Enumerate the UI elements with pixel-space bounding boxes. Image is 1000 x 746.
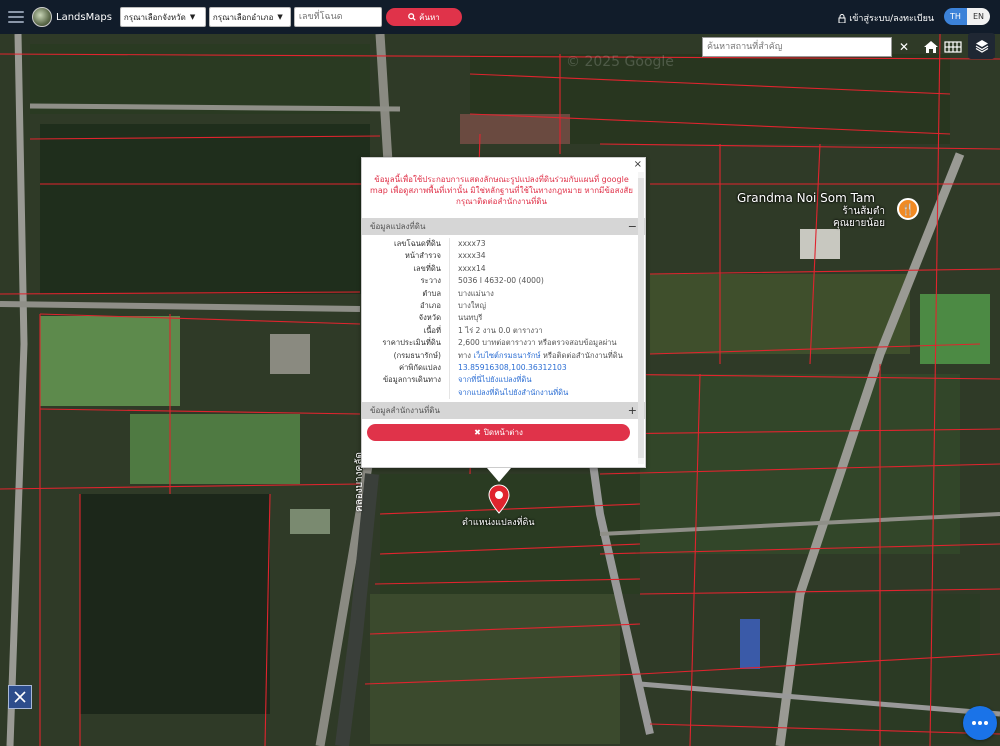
info-row: เลขโฉนดที่ดิน xxxx73 <box>362 238 645 251</box>
expand-icon[interactable]: + <box>628 404 637 417</box>
province-select[interactable]: กรุณาเลือกจังหวัด ▼ <box>119 7 206 27</box>
layers-icon[interactable] <box>968 33 995 59</box>
lang-th-button[interactable]: TH <box>944 8 967 25</box>
place-search-input[interactable] <box>702 37 892 57</box>
popup-pointer <box>487 468 511 482</box>
menu-icon[interactable] <box>8 11 24 23</box>
chevron-down-icon: ▼ <box>189 13 196 21</box>
section-land-office-header[interactable]: ข้อมูลสำนักงานที่ดิน + <box>362 402 645 420</box>
info-row: หน้าสำรวจ xxxx34 <box>362 250 645 263</box>
close-icon[interactable]: ✕ <box>896 37 912 57</box>
route-row-2: จากแปลงที่ดินไปยังสำนักงานที่ดิน <box>362 386 645 400</box>
treasury-website-link[interactable]: เว็บไซต์กรมธนารักษ์ <box>473 351 540 360</box>
info-row: ระวาง 5036 I 4632-00 (4000) <box>362 275 645 288</box>
parcel-info-table: เลขโฉนดที่ดิน xxxx73 หน้าสำรวจ xxxx34 เลขท… <box>362 235 645 402</box>
search-button[interactable]: ค้นหา <box>385 8 462 26</box>
brand-name: LandsMaps <box>56 11 112 23</box>
lock-icon <box>838 13 846 23</box>
restaurant-icon[interactable]: 🍴 <box>897 198 919 220</box>
lang-en-button[interactable]: EN <box>967 8 990 25</box>
language-toggle: TH EN <box>944 8 990 25</box>
info-row: ตำบล บางแม่นาง <box>362 287 645 301</box>
tools-icon[interactable] <box>8 685 32 709</box>
district-select[interactable]: กรุณาเลือกอำเภอ ▼ <box>208 7 291 27</box>
price-row-2: (กรมธนารักษ์) ทาง เว็บไซต์กรมธนารักษ์ หรื… <box>362 349 645 363</box>
coordinate-link[interactable]: 13.85916308,100.36312103 <box>458 363 567 372</box>
grid-icon[interactable] <box>942 36 964 58</box>
logo <box>32 7 52 27</box>
price-row: ราคาประเมินที่ดิน 2,600 บาทต่อตารางวา หรื… <box>362 337 645 350</box>
popup-scroll-thumb[interactable] <box>638 178 644 458</box>
poi-label[interactable]: Grandma Noi Som Tam <box>737 191 875 205</box>
coordinate-row: ค่าพิกัดแปลง 13.85916308,100.36312103 <box>362 362 645 375</box>
info-row: อำเภอ บางใหญ่ <box>362 300 645 313</box>
login-link[interactable]: เข้าสู่ระบบ/ลงทะเบียน <box>838 11 934 25</box>
disclaimer-notice: ข้อมูลนี้เพื่อใช้ประกอบการแสดงลักษณะรูปแ… <box>370 175 633 206</box>
close-icon: ✖ <box>474 428 481 438</box>
poi-label-th: ร้านส้มตำ คุณยายน้อย <box>833 206 886 229</box>
route-to-parcel-link[interactable]: จากที่นี่ไปยังแปลงที่ดิน <box>458 375 532 384</box>
route-to-office-link[interactable]: จากแปลงที่ดินไปยังสำนักงานที่ดิน <box>458 388 568 397</box>
parcel-number-input[interactable] <box>293 7 382 27</box>
close-window-button[interactable]: ✖ ปิดหน้าต่าง <box>367 424 630 442</box>
map-pin-icon[interactable] <box>488 484 510 517</box>
map-watermark: © 2025 Google <box>566 54 674 70</box>
section-parcel-info-header[interactable]: ข้อมูลแปลงที่ดิน − <box>362 218 645 235</box>
close-icon[interactable]: × <box>634 159 642 170</box>
search-icon <box>408 13 416 21</box>
chat-icon[interactable] <box>963 706 997 740</box>
top-navbar: LandsMaps กรุณาเลือกจังหวัด ▼ กรุณาเลือกอ… <box>0 0 1000 34</box>
collapse-icon[interactable]: − <box>628 220 637 233</box>
route-row: ข้อมูลการเดินทาง จากที่นี่ไปยังแปลงที่ดิน <box>362 374 645 387</box>
home-icon[interactable] <box>920 36 942 58</box>
info-row: จังหวัด นนทบุรี <box>362 312 645 325</box>
parcel-info-popup: × ข้อมูลนี้เพื่อใช้ประกอบการแสดงลักษณะรู… <box>361 157 646 468</box>
chevron-down-icon: ▼ <box>277 13 283 21</box>
info-row: เลขที่ดิน xxxx14 <box>362 262 645 276</box>
pin-label: ตำแหน่งแปลงที่ดิน <box>462 518 535 528</box>
info-row: เนื้อที่ 1 ไร่ 2 งาน 0.0 ตารางวา <box>362 324 645 338</box>
